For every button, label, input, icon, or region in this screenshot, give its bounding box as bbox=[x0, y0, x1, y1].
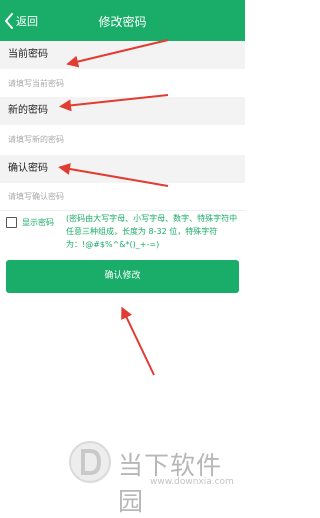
confirm-password-input[interactable] bbox=[8, 180, 237, 212]
title-bar: 返回 修改密码 bbox=[0, 0, 245, 42]
watermark-url: www.downxia.com bbox=[150, 477, 234, 487]
current-password-input[interactable] bbox=[8, 67, 237, 99]
password-rules-hint: (密码由大写字母、小写字母、数字、特殊字符中任意三种组成，长度为 8-32 位，… bbox=[66, 214, 238, 249]
show-password-checkbox[interactable] bbox=[6, 217, 17, 228]
divider bbox=[0, 210, 245, 211]
confirm-change-button[interactable]: 确认修改 bbox=[6, 260, 239, 293]
confirm-password-label: 确认密码 bbox=[0, 155, 245, 183]
show-password-label: 显示密码 bbox=[22, 218, 54, 227]
current-password-label: 当前密码 bbox=[0, 41, 245, 69]
page-title: 修改密码 bbox=[98, 15, 147, 29]
show-password-toggle[interactable]: 显示密码 bbox=[6, 217, 54, 228]
red-arrow-icon bbox=[121, 306, 155, 376]
new-password-label: 新的密码 bbox=[0, 97, 245, 125]
new-password-input[interactable] bbox=[8, 123, 237, 155]
watermark-logo-icon bbox=[69, 441, 111, 483]
